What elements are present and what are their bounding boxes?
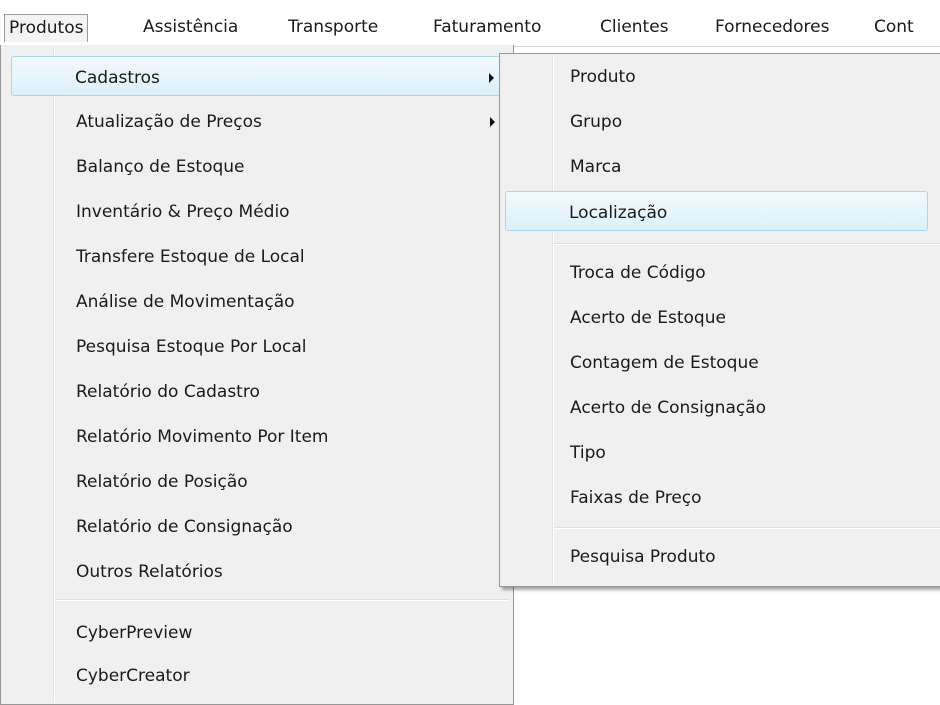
menu-item-label: Acerto de Consignação bbox=[570, 398, 767, 418]
menu-item-label: CyberPreview bbox=[76, 623, 193, 643]
produtos-dropdown-menu: Cadastros Atualização de Preços Balanço … bbox=[0, 45, 514, 705]
menu-separator bbox=[554, 527, 940, 529]
menu-separator bbox=[55, 599, 509, 601]
submenu-item-tipo[interactable]: Tipo bbox=[502, 432, 940, 472]
menu-item-label: Balanço de Estoque bbox=[76, 157, 245, 177]
menu-item-label: Marca bbox=[570, 157, 622, 177]
menu-item-label: Contagem de Estoque bbox=[570, 353, 759, 373]
menu-item-label: Outros Relatórios bbox=[76, 562, 223, 582]
menu-faturamento[interactable]: Faturamento bbox=[429, 14, 545, 42]
menu-item-label: Relatório de Posição bbox=[76, 472, 248, 492]
menu-item-label: Localização bbox=[569, 203, 668, 223]
menu-item-cybercreator[interactable]: CyberCreator bbox=[3, 655, 511, 695]
submenu-item-produto[interactable]: Produto bbox=[502, 56, 940, 96]
menu-assistencia[interactable]: Assistência bbox=[139, 14, 242, 42]
menu-item-label: Inventário & Preço Médio bbox=[76, 202, 290, 222]
submenu-item-faixas-de-preco[interactable]: Faixas de Preço bbox=[502, 477, 940, 517]
menu-clientes[interactable]: Clientes bbox=[596, 14, 673, 42]
menu-item-label: Relatório Movimento Por Item bbox=[76, 427, 329, 447]
menu-item-label: CyberCreator bbox=[76, 666, 190, 686]
menu-item-balanco-de-estoque[interactable]: Balanço de Estoque bbox=[3, 146, 511, 186]
menu-item-label: Troca de Código bbox=[570, 263, 706, 283]
menu-item-cyberpreview[interactable]: CyberPreview bbox=[3, 612, 511, 652]
submenu-item-marca[interactable]: Marca bbox=[502, 146, 940, 186]
menu-item-outros-relatorios[interactable]: Outros Relatórios bbox=[3, 551, 511, 591]
menu-item-relatorio-do-cadastro[interactable]: Relatório do Cadastro bbox=[3, 371, 511, 411]
menu-item-label: Pesquisa Produto bbox=[570, 547, 716, 567]
menu-fornecedores[interactable]: Fornecedores bbox=[711, 14, 833, 42]
menu-item-label: Análise de Movimentação bbox=[76, 292, 295, 312]
menu-item-label: Cadastros bbox=[75, 68, 160, 88]
submenu-item-acerto-de-estoque[interactable]: Acerto de Estoque bbox=[502, 297, 940, 337]
submenu-item-pesquisa-produto[interactable]: Pesquisa Produto bbox=[502, 536, 940, 576]
menu-item-relatorio-de-consignacao[interactable]: Relatório de Consignação bbox=[3, 506, 511, 546]
menu-item-relatorio-movimento-por-item[interactable]: Relatório Movimento Por Item bbox=[3, 416, 511, 456]
menu-item-label: Relatório do Cadastro bbox=[76, 382, 260, 402]
menu-cont[interactable]: Cont bbox=[870, 14, 918, 42]
menu-item-label: Acerto de Estoque bbox=[570, 308, 726, 328]
menu-item-transfere-estoque-de-local[interactable]: Transfere Estoque de Local bbox=[3, 236, 511, 276]
menu-item-label: Faixas de Preço bbox=[570, 488, 702, 508]
submenu-item-contagem-de-estoque[interactable]: Contagem de Estoque bbox=[502, 342, 940, 382]
submenu-arrow-icon bbox=[490, 117, 495, 127]
menu-item-label: Tipo bbox=[570, 443, 606, 463]
menu-item-label: Grupo bbox=[570, 112, 623, 132]
submenu-item-acerto-de-consignacao[interactable]: Acerto de Consignação bbox=[502, 387, 940, 427]
menu-transporte[interactable]: Transporte bbox=[284, 14, 382, 42]
submenu-item-localizacao[interactable]: Localização bbox=[505, 191, 928, 231]
menu-item-label: Produto bbox=[570, 67, 636, 87]
menu-item-label: Atualização de Preços bbox=[76, 112, 262, 132]
submenu-arrow-icon bbox=[489, 73, 494, 83]
cadastros-submenu: Produto Grupo Marca Localização Troca de… bbox=[499, 53, 940, 587]
menu-item-cadastros[interactable]: Cadastros bbox=[11, 56, 511, 96]
submenu-item-grupo[interactable]: Grupo bbox=[502, 101, 940, 141]
menu-item-pesquisa-estoque-por-local[interactable]: Pesquisa Estoque Por Local bbox=[3, 326, 511, 366]
menu-item-relatorio-de-posicao[interactable]: Relatório de Posição bbox=[3, 461, 511, 501]
menu-item-atualizacao-de-precos[interactable]: Atualização de Preços bbox=[3, 101, 511, 141]
submenu-item-troca-de-codigo[interactable]: Troca de Código bbox=[502, 252, 940, 292]
menu-separator bbox=[554, 243, 940, 245]
menu-produtos[interactable]: Produtos bbox=[4, 14, 89, 42]
menu-item-label: Transfere Estoque de Local bbox=[76, 247, 305, 267]
menu-bar: Produtos Assistência Transporte Faturame… bbox=[0, 0, 940, 47]
menu-item-label: Relatório de Consignação bbox=[76, 517, 293, 537]
menu-item-label: Pesquisa Estoque Por Local bbox=[76, 337, 307, 357]
menu-item-inventario-preco-medio[interactable]: Inventário & Preço Médio bbox=[3, 191, 511, 231]
menu-item-analise-de-movimentacao[interactable]: Análise de Movimentação bbox=[3, 281, 511, 321]
